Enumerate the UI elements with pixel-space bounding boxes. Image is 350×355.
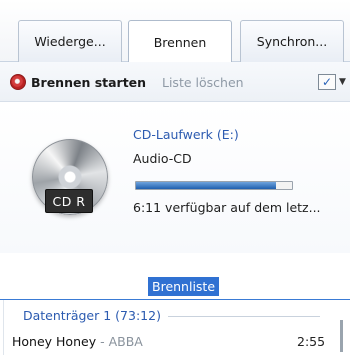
track-separator: - [96, 334, 109, 349]
disc-group-label: Datenträger 1 (73:12) [23, 308, 161, 323]
drive-panel: CD R CD-Laufwerk (E:) Audio-CD 6:11 verf… [0, 103, 350, 253]
list-options-button[interactable]: ✓ ▼ [318, 73, 350, 91]
media-type-label: Audio-CD [133, 151, 192, 166]
disc-group-header[interactable]: Datenträger 1 (73:12) [0, 303, 350, 325]
scrollbar[interactable] [340, 320, 343, 352]
tab-burn[interactable]: Brennen [128, 20, 232, 63]
chevron-down-icon: ▼ [339, 77, 346, 87]
disc-capacity-fill [136, 182, 277, 189]
cd-r-badge: CD R [45, 189, 93, 213]
remaining-time-label: 6:11 verfügbar auf dem letz... [133, 200, 321, 215]
tab-label: Wiederge... [34, 34, 106, 49]
tab-sync[interactable]: Synchron... [240, 20, 344, 62]
start-burn-button[interactable]: Brennen starten [10, 72, 146, 92]
track-duration: 2:55 [297, 334, 326, 349]
clear-list-button[interactable]: Liste löschen [162, 75, 244, 90]
drive-name-link[interactable]: CD-Laufwerk (E:) [133, 127, 239, 142]
tab-bar: Wiederge... Brennen Synchron... [0, 0, 350, 63]
burn-toolbar: Brennen starten Liste löschen ✓ ▼ [0, 62, 350, 102]
track-title: Honey Honey [12, 334, 97, 349]
disc-capacity-bar [135, 181, 293, 190]
list-item[interactable]: Honey Honey - ABBA 2:55 [0, 329, 350, 353]
burn-icon [10, 74, 26, 90]
burn-list-title[interactable]: Brennliste [148, 277, 220, 296]
track-name: Honey Honey - ABBA [12, 334, 143, 349]
tab-label: Brennen [153, 34, 207, 50]
burn-list-header: Brennliste [0, 276, 350, 300]
start-burn-label: Brennen starten [31, 74, 147, 90]
track-artist: ABBA [108, 334, 143, 349]
tab-playback[interactable]: Wiederge... [18, 20, 122, 62]
checklist-icon: ✓ [318, 74, 336, 90]
divider [168, 316, 320, 317]
tab-label: Synchron... [256, 34, 328, 49]
